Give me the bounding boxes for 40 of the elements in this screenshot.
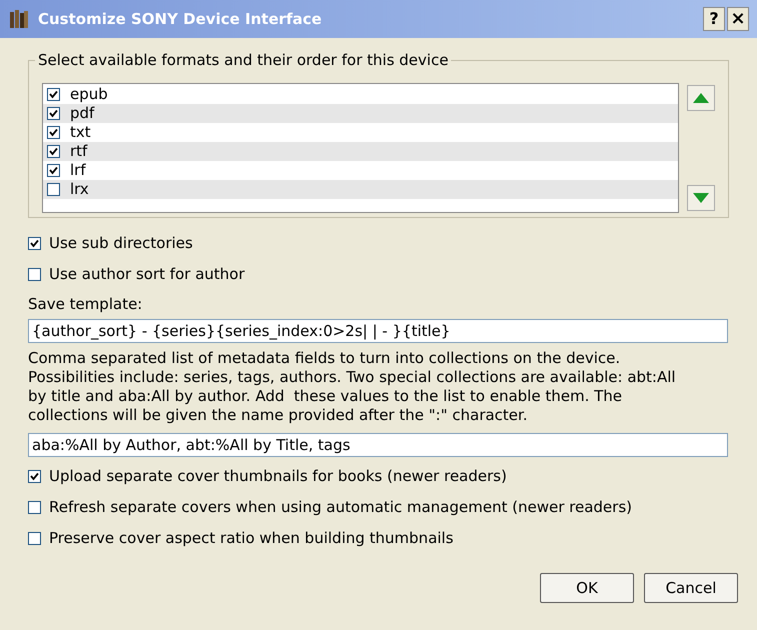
down-arrow-icon [693,193,709,203]
checkbox[interactable] [47,107,60,120]
checkbox[interactable] [47,145,60,158]
window-title: Customize SONY Device Interface [38,8,323,30]
help-text: Comma separated list of metadata fields to turn into collections on the device. Possibilities include: series, tags, authors. Two special collections are available: abt:All by title and aba:All by author. Add these values to the list to enable them. The collections will be given the name provided after the ":" character. [28,349,677,425]
option-label: Use author sort for author [49,264,245,285]
checkbox[interactable] [47,183,60,196]
option-label: Refresh separate covers when using automatic management (newer readers) [49,496,632,518]
books-icon [8,8,30,30]
checkbox[interactable] [28,532,41,544]
check-icon [49,147,58,156]
checkbox[interactable] [47,126,60,139]
option-label: Use sub directories [49,232,193,254]
check-icon [49,166,58,175]
checkbox[interactable] [47,88,60,101]
checkbox[interactable] [28,470,41,482]
checkbox[interactable] [28,500,41,514]
check-icon [49,90,58,99]
check-icon [30,238,39,248]
up-arrow-icon [693,93,709,103]
dialog-button[interactable]: OK [540,573,634,603]
move-down-button[interactable] [687,185,715,211]
field-label: Save template: [28,294,144,315]
checkbox[interactable] [28,268,41,280]
dialog-button[interactable]: Cancel [644,573,738,603]
help-button[interactable]: ? [703,7,725,31]
format-item[interactable]: lrx [43,180,678,199]
checkbox[interactable] [47,164,60,177]
collections-field[interactable]: aba:%All by Author, abt:%All by Title, tags [28,433,728,457]
move-up-button[interactable] [687,85,715,111]
option-label: Preserve cover aspect ratio when building thumbnails [49,528,454,549]
save-template-field[interactable]: {author_sort} - {series}{series_index:0>2s| | - }{title} [28,319,728,343]
format-item[interactable]: rtf [43,142,678,161]
format-item[interactable]: pdf [43,104,678,123]
checkbox[interactable] [28,236,41,250]
check-icon [30,472,39,480]
close-button[interactable]: × [727,7,749,31]
check-icon [49,128,58,137]
check-icon [49,109,58,118]
option-label: Upload separate cover thumbnails for books (newer readers) [49,466,507,487]
